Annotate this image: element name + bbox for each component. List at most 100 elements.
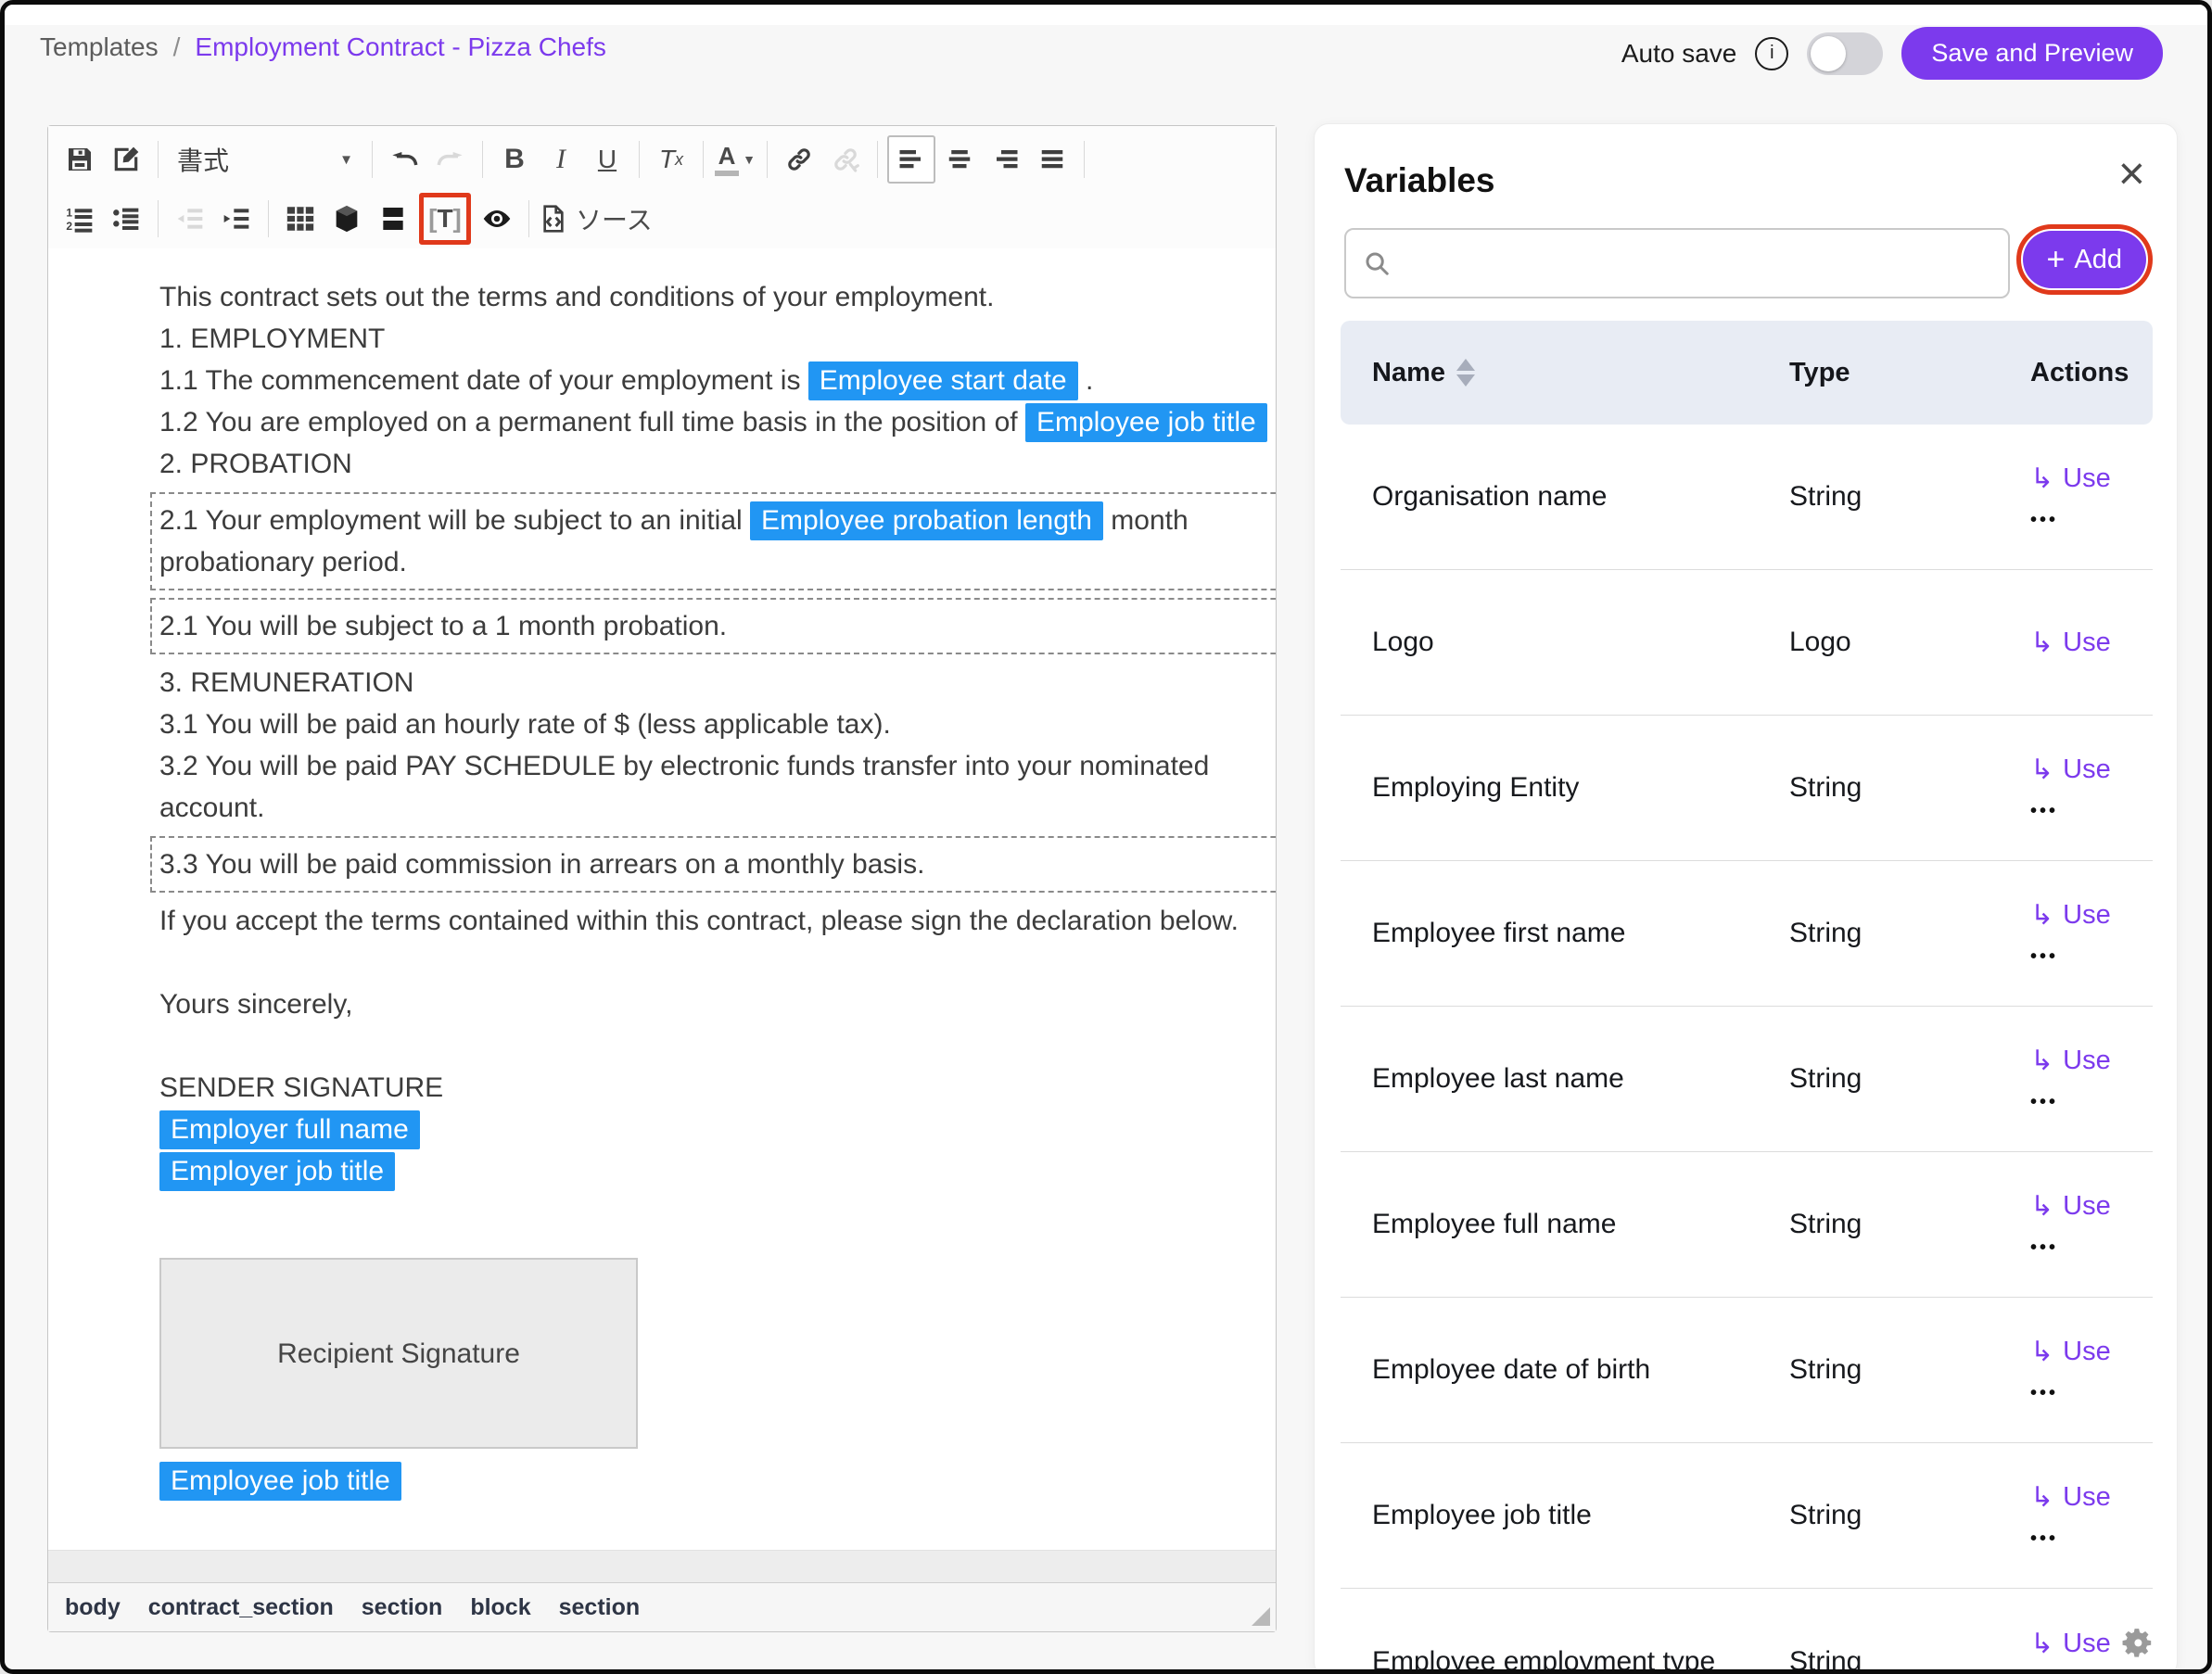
preview-eye-icon[interactable] bbox=[475, 197, 519, 241]
variable-chip[interactable]: Employer job title bbox=[159, 1152, 395, 1191]
row-menu-icon[interactable]: ••• bbox=[2030, 1528, 2058, 1550]
auto-save-label: Auto save bbox=[1621, 39, 1737, 69]
variable-chip[interactable]: Employee probation length bbox=[750, 501, 1103, 540]
font-color-icon[interactable]: A ▼ bbox=[713, 137, 757, 182]
bold-icon[interactable]: B bbox=[492, 137, 537, 182]
variable-type: String bbox=[1789, 913, 2030, 954]
use-variable-link[interactable]: ↳Use bbox=[2030, 463, 2111, 495]
path-item[interactable]: body bbox=[65, 1594, 121, 1621]
variable-type: String bbox=[1789, 476, 2030, 517]
row-menu-icon[interactable]: ••• bbox=[2030, 946, 2058, 968]
table-row: Employee employment typeString↳Use••• bbox=[1341, 1589, 2153, 1674]
column-actions: Actions bbox=[2030, 358, 2129, 388]
contract-section[interactable]: 2.1 Your employment will be subject to a… bbox=[150, 492, 1276, 590]
paragraph: Employee job title bbox=[159, 1460, 1276, 1502]
use-arrow-icon: ↳ bbox=[2030, 463, 2053, 495]
path-item[interactable]: section bbox=[362, 1594, 443, 1621]
source-icon[interactable]: ソース bbox=[539, 197, 653, 241]
align-justify-icon[interactable] bbox=[1030, 137, 1074, 182]
unlink-icon[interactable] bbox=[823, 137, 868, 182]
auto-save-toggle[interactable] bbox=[1807, 32, 1883, 75]
use-variable-link[interactable]: ↳Use bbox=[2030, 899, 2111, 932]
variable-actions: ↳Use ••• bbox=[2030, 1481, 2121, 1550]
row-menu-icon[interactable]: ••• bbox=[2030, 1383, 2058, 1404]
remove-format-icon[interactable]: Tx bbox=[649, 137, 693, 182]
use-variable-link[interactable]: ↳Use bbox=[2030, 1628, 2111, 1660]
use-variable-link[interactable]: ↳Use bbox=[2030, 1190, 2111, 1223]
contract-section[interactable]: 2.1 You will be subject to a 1 month pro… bbox=[150, 598, 1276, 654]
bulleted-list-icon[interactable] bbox=[104, 197, 148, 241]
variable-type: String bbox=[1789, 767, 2030, 808]
use-arrow-icon: ↳ bbox=[2030, 627, 2053, 659]
plus-icon: + bbox=[2047, 244, 2066, 275]
table-row: Employee first nameString↳Use••• bbox=[1341, 861, 2153, 1007]
variable-chip[interactable]: Employee start date bbox=[808, 361, 1078, 400]
path-item[interactable]: section bbox=[559, 1594, 641, 1621]
save-icon[interactable] bbox=[57, 137, 102, 182]
underline-icon[interactable]: U bbox=[585, 137, 629, 182]
sort-icon[interactable] bbox=[1456, 359, 1475, 387]
numbered-list-icon[interactable]: 12 bbox=[57, 197, 102, 241]
row-menu-icon[interactable]: ••• bbox=[2030, 510, 2058, 531]
variable-name: Logo bbox=[1372, 622, 1789, 663]
breadcrumb-templates[interactable]: Templates bbox=[40, 32, 159, 62]
link-icon[interactable] bbox=[777, 137, 821, 182]
search-icon bbox=[1363, 249, 1391, 277]
block-icon[interactable] bbox=[324, 197, 369, 241]
indent-icon[interactable] bbox=[214, 197, 259, 241]
breadcrumb-current[interactable]: Employment Contract - Pizza Chefs bbox=[195, 32, 606, 62]
variable-name: Employee employment type bbox=[1372, 1642, 1789, 1674]
use-variable-link[interactable]: ↳Use bbox=[2030, 1045, 2111, 1077]
templates-icon[interactable] bbox=[104, 137, 148, 182]
resize-handle[interactable] bbox=[1252, 1607, 1270, 1626]
use-variable-link[interactable]: ↳Use bbox=[2030, 1336, 2111, 1368]
use-variable-link[interactable]: ↳Use bbox=[2030, 1481, 2111, 1514]
use-variable-link[interactable]: ↳Use bbox=[2030, 754, 2111, 786]
variables-table-header: Name Type Actions bbox=[1341, 321, 2153, 425]
redo-icon[interactable] bbox=[428, 137, 473, 182]
use-arrow-icon: ↳ bbox=[2030, 1481, 2053, 1514]
gear-icon[interactable] bbox=[2119, 1624, 2156, 1661]
paragraph: Yours sincerely, bbox=[159, 983, 1276, 1025]
row-menu-icon[interactable]: ••• bbox=[2030, 801, 2058, 822]
italic-icon[interactable]: I bbox=[539, 137, 583, 182]
row-menu-icon[interactable]: ••• bbox=[2030, 1237, 2058, 1259]
editor-toolbar: 書式 ▼ B I U Tx A bbox=[48, 126, 1276, 248]
variables-search[interactable] bbox=[1344, 228, 2010, 298]
variable-chip[interactable]: Employer full name bbox=[159, 1110, 420, 1149]
table-icon[interactable] bbox=[278, 197, 323, 241]
variable-chip[interactable]: Employee job title bbox=[159, 1462, 401, 1501]
horizontal-scrollbar[interactable] bbox=[48, 1550, 1276, 1582]
use-arrow-icon: ↳ bbox=[2030, 899, 2053, 932]
source-label: ソース bbox=[576, 200, 653, 237]
insert-variable-icon[interactable]: [T] bbox=[424, 197, 466, 240]
search-input[interactable] bbox=[1404, 247, 1991, 279]
variable-actions: ↳Use••• bbox=[2030, 1628, 2121, 1674]
use-arrow-icon: ↳ bbox=[2030, 1336, 2053, 1368]
path-item[interactable]: block bbox=[470, 1594, 530, 1621]
variable-chip[interactable]: Employee job title bbox=[1025, 403, 1267, 442]
undo-icon[interactable] bbox=[382, 137, 426, 182]
align-right-icon[interactable] bbox=[984, 137, 1028, 182]
align-center-icon[interactable] bbox=[937, 137, 982, 182]
format-dropdown[interactable]: 書式 ▼ bbox=[168, 138, 362, 181]
document-content[interactable]: This contract sets out the terms and con… bbox=[48, 248, 1276, 1550]
page-break-icon[interactable] bbox=[371, 197, 415, 241]
variable-type: String bbox=[1789, 1642, 2030, 1674]
close-icon[interactable]: × bbox=[2118, 150, 2145, 197]
variable-type: String bbox=[1789, 1350, 2030, 1390]
add-variable-button[interactable]: + Add bbox=[2023, 231, 2146, 288]
variable-name: Employee date of birth bbox=[1372, 1350, 1789, 1390]
info-circle-icon[interactable]: i bbox=[1755, 37, 1788, 70]
use-variable-link[interactable]: ↳Use bbox=[2030, 627, 2111, 659]
outdent-icon[interactable] bbox=[168, 197, 212, 241]
align-left-icon[interactable] bbox=[887, 135, 935, 184]
contract-section[interactable]: 3.3 You will be paid commission in arrea… bbox=[150, 836, 1276, 893]
table-row: Employee last nameString↳Use••• bbox=[1341, 1007, 2153, 1152]
save-and-preview-button[interactable]: Save and Preview bbox=[1901, 27, 2163, 80]
recipient-signature-field[interactable]: Recipient Signature bbox=[159, 1258, 638, 1449]
use-arrow-icon: ↳ bbox=[2030, 1628, 2053, 1660]
row-menu-icon[interactable]: ••• bbox=[2030, 1092, 2058, 1113]
variable-type: Logo bbox=[1789, 622, 2030, 663]
path-item[interactable]: contract_section bbox=[148, 1594, 334, 1621]
